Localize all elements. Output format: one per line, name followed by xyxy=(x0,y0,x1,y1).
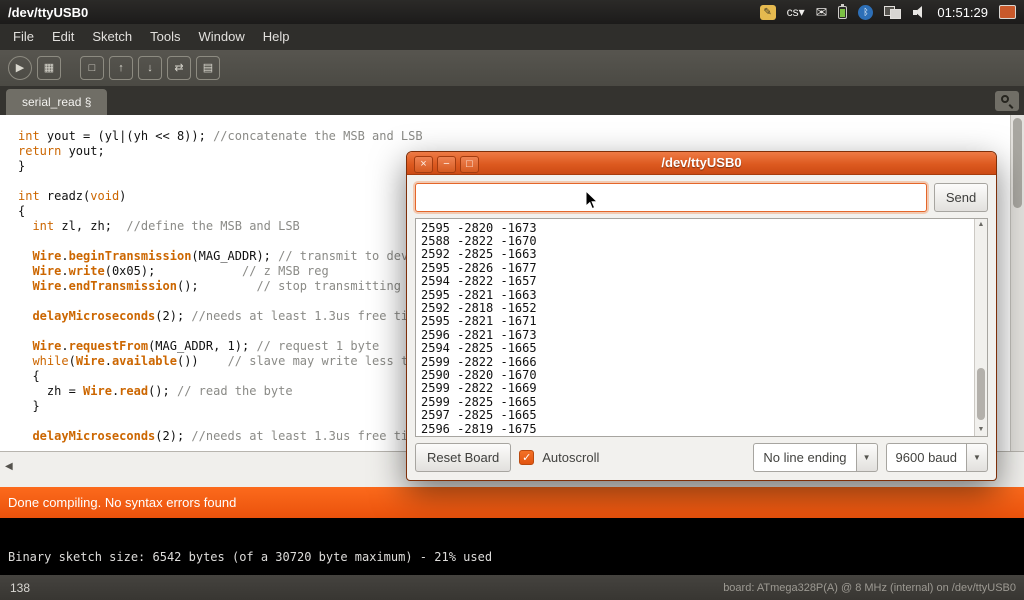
send-button[interactable]: Send xyxy=(934,183,988,212)
serial-line: 2597 -2825 -1665 xyxy=(421,409,971,422)
serial-line: 2595 -2820 -1673 xyxy=(421,222,971,235)
serial-output[interactable]: 2595 -2820 -16732588 -2822 -16702592 -28… xyxy=(415,218,988,438)
network-icon[interactable] xyxy=(884,5,901,19)
top-panel: /dev/ttyUSB0 ✎ cs▾ ✉ ᛒ 01:51:29 xyxy=(0,0,1024,24)
tab-bar: serial_read § xyxy=(0,86,1024,115)
serial-line: 2596 -2819 -1675 xyxy=(421,423,971,436)
close-button[interactable]: × xyxy=(414,156,433,173)
serial-window-titlebar[interactable]: ×−□ /dev/ttyUSB0 xyxy=(407,152,996,175)
chevron-down-icon[interactable]: ▼ xyxy=(966,443,988,472)
console-output: Binary sketch size: 6542 bytes (of a 307… xyxy=(0,518,1024,575)
stop-button[interactable]: ▦ xyxy=(37,56,61,80)
line-ending-select[interactable]: No line ending ▼ xyxy=(753,443,877,472)
save-button[interactable]: ↓ xyxy=(138,56,162,80)
serial-line: 2590 -2820 -1670 xyxy=(421,369,971,382)
menubar: FileEditSketchToolsWindowHelp xyxy=(0,24,1024,50)
minimize-button[interactable]: − xyxy=(437,156,456,173)
volume-icon[interactable] xyxy=(912,5,926,19)
cursor-line-number: 138 xyxy=(0,581,30,595)
serial-controls-row: Reset Board ✓ Autoscroll No line ending … xyxy=(415,443,988,472)
serial-line: 2592 -2825 -1663 xyxy=(421,248,971,261)
baud-rate-select[interactable]: 9600 baud ▼ xyxy=(886,443,988,472)
editor-scrollbar-thumb[interactable] xyxy=(1013,118,1022,208)
tab-serial-read[interactable]: serial_read § xyxy=(6,89,107,115)
serial-line: 2599 -2822 -1666 xyxy=(421,356,971,369)
hscroll-left-arrow-icon[interactable]: ◀ xyxy=(5,461,13,472)
serial-monitor-window: ×−□ /dev/ttyUSB0 Send 2595 -2820 -167325… xyxy=(406,151,997,481)
export-button[interactable]: ▤ xyxy=(196,56,220,80)
editor-scrollbar[interactable] xyxy=(1010,115,1024,451)
panel-window-title: /dev/ttyUSB0 xyxy=(0,5,88,20)
footer-bar: 138 board: ATmega328P(A) @ 8 MHz (intern… xyxy=(0,575,1024,600)
clock[interactable]: 01:51:29 xyxy=(937,5,988,20)
serial-window-body: Send 2595 -2820 -16732588 -2822 -1670259… xyxy=(407,175,996,481)
serial-line: 2595 -2821 -1671 xyxy=(421,315,971,328)
toolbar: ▶▦ □↑↓⇄▤ xyxy=(0,50,1024,86)
serial-line: 2592 -2818 -1652 xyxy=(421,302,971,315)
serial-line: 2595 -2826 -1677 xyxy=(421,262,971,275)
menu-tools[interactable]: Tools xyxy=(141,24,189,50)
magnifier-icon xyxy=(1001,95,1009,103)
menu-sketch[interactable]: Sketch xyxy=(83,24,141,50)
new-button[interactable]: □ xyxy=(80,56,104,80)
reset-board-button[interactable]: Reset Board xyxy=(415,443,511,472)
mail-icon[interactable]: ✉ xyxy=(816,4,828,21)
chevron-down-icon[interactable]: ▼ xyxy=(856,443,878,472)
verify-button[interactable]: ▶ xyxy=(8,56,32,80)
panel-indicators: ✎ cs▾ ✉ ᛒ 01:51:29 xyxy=(760,4,1024,21)
upload-button[interactable]: ⇄ xyxy=(167,56,191,80)
serial-line: 2599 -2825 -1665 xyxy=(421,396,971,409)
baud-rate-value: 9600 baud xyxy=(886,443,966,472)
menu-window[interactable]: Window xyxy=(189,24,253,50)
serial-window-title: /dev/ttyUSB0 xyxy=(661,155,741,170)
serial-send-input[interactable] xyxy=(415,183,927,212)
maximize-button[interactable]: □ xyxy=(460,156,479,173)
serial-line: 2588 -2822 -1670 xyxy=(421,235,971,248)
menu-help[interactable]: Help xyxy=(254,24,299,50)
scroll-up-icon[interactable]: ▲ xyxy=(975,219,987,231)
serial-line: 2595 -2821 -1663 xyxy=(421,289,971,302)
open-button[interactable]: ↑ xyxy=(109,56,133,80)
autoscroll-label: Autoscroll xyxy=(542,450,599,465)
board-info: board: ATmega328P(A) @ 8 MHz (internal) … xyxy=(723,582,1024,594)
battery-icon[interactable] xyxy=(838,6,847,19)
autoscroll-checkbox[interactable]: ✓ xyxy=(519,450,534,465)
serial-line: 2596 -2821 -1673 xyxy=(421,329,971,342)
line-ending-value: No line ending xyxy=(753,443,855,472)
bluetooth-icon[interactable]: ᛒ xyxy=(858,5,873,20)
menu-file[interactable]: File xyxy=(4,24,43,50)
window-controls: ×−□ xyxy=(414,156,479,173)
serial-line: 2599 -2822 -1669 xyxy=(421,382,971,395)
serial-line: 2594 -2825 -1665 xyxy=(421,342,971,355)
code-line: int yout = (yl|(yh << 8)); //concatenate… xyxy=(18,129,1024,144)
compile-status-bar: Done compiling. No syntax errors found xyxy=(0,487,1024,518)
session-icon[interactable] xyxy=(999,5,1016,19)
scroll-down-icon[interactable]: ▼ xyxy=(975,424,987,436)
serial-scrollbar-thumb[interactable] xyxy=(977,368,985,420)
serial-monitor-button[interactable] xyxy=(995,91,1019,111)
menu-edit[interactable]: Edit xyxy=(43,24,83,50)
keyboard-icon[interactable]: ✎ xyxy=(760,5,776,20)
serial-scrollbar[interactable]: ▲ ▼ xyxy=(974,219,987,437)
serial-line: 2594 -2822 -1657 xyxy=(421,275,971,288)
language-indicator[interactable]: cs▾ xyxy=(787,5,805,19)
